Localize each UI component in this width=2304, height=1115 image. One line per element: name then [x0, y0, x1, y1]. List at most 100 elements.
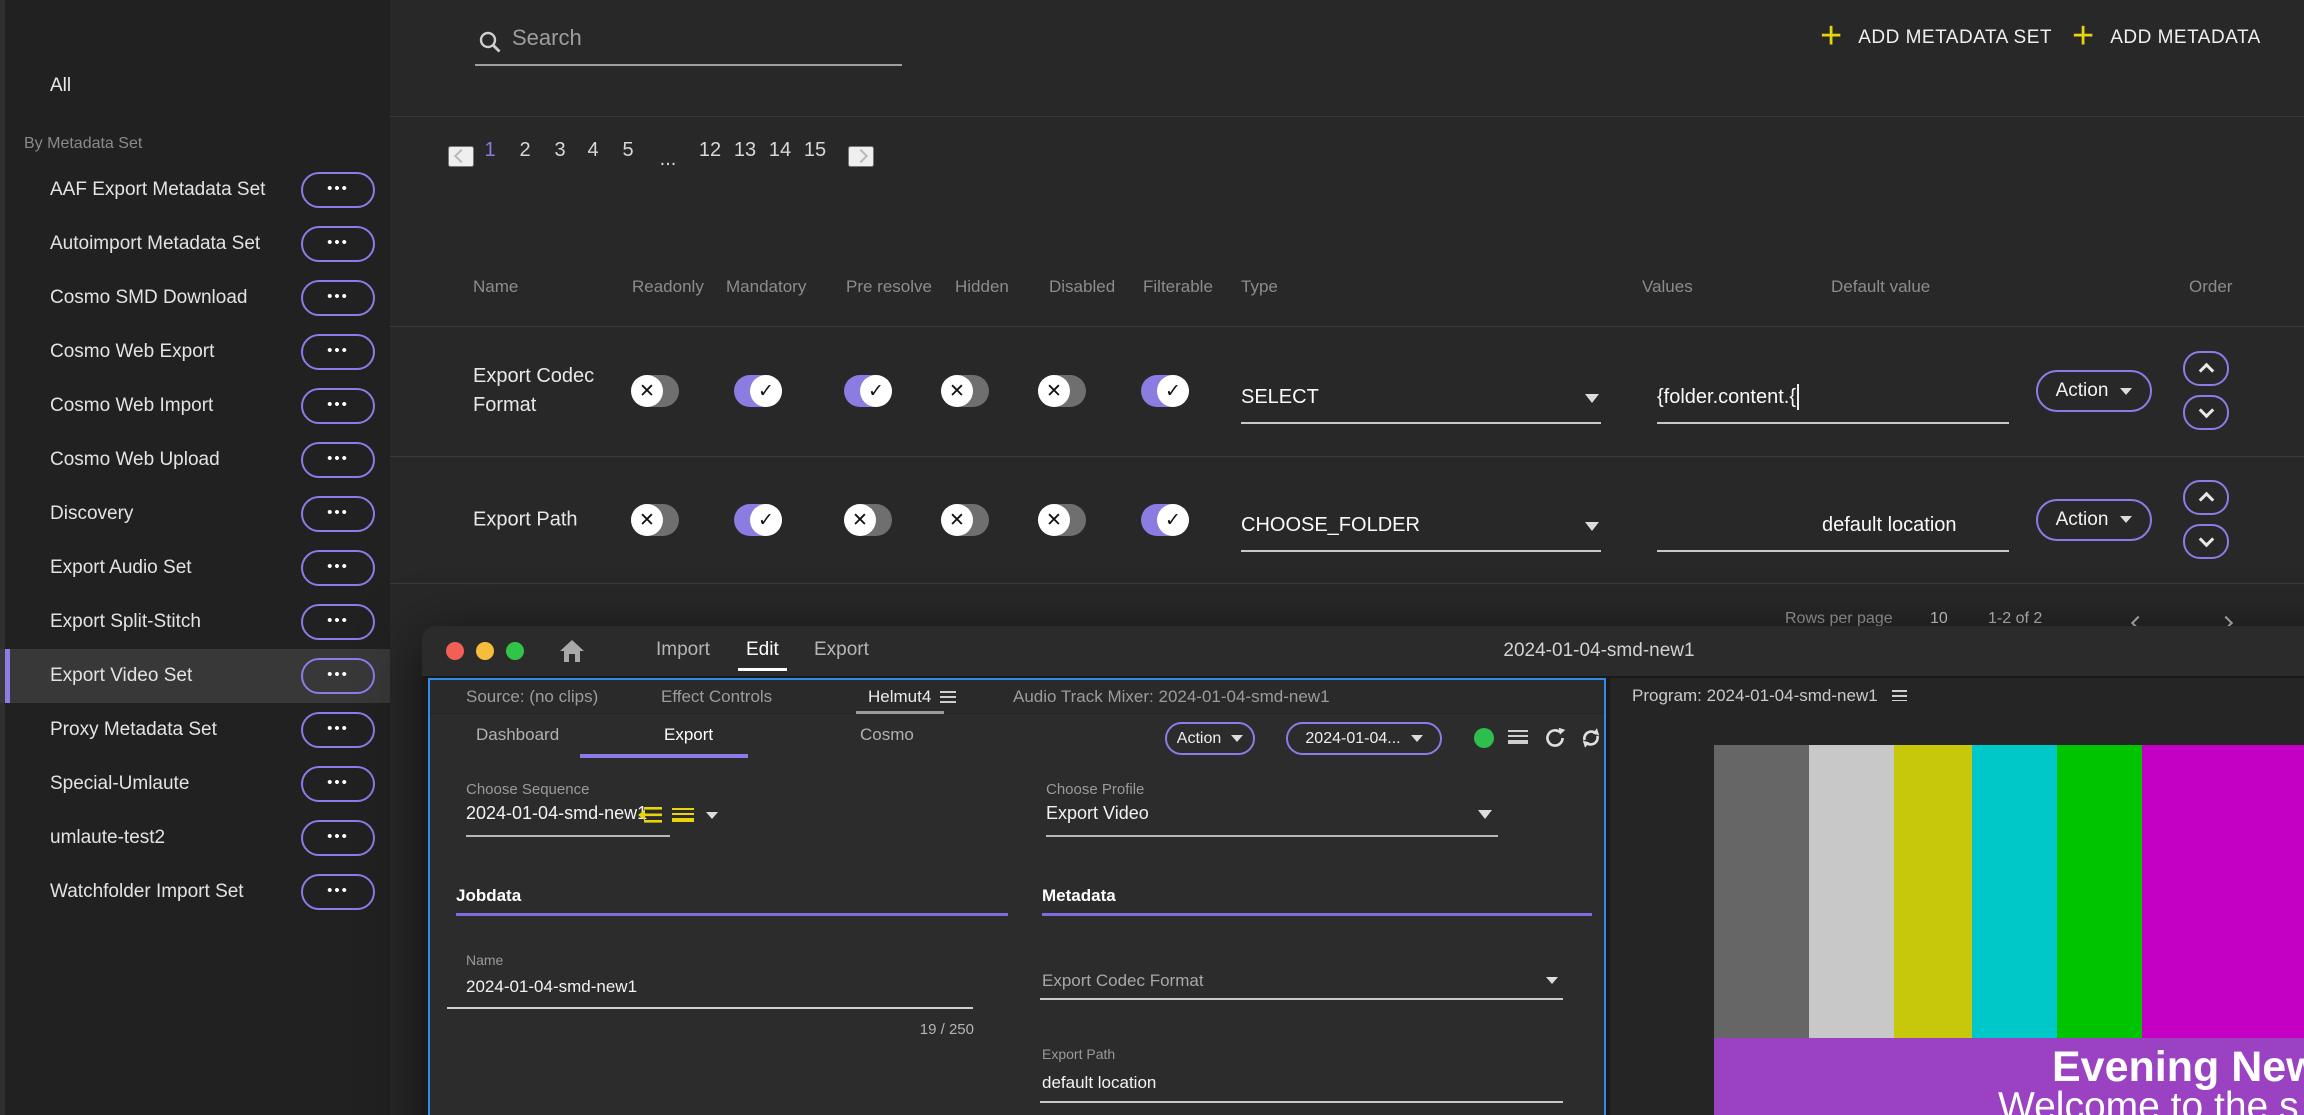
sidebar-item[interactable]: umlaute-test2•••	[0, 811, 390, 865]
panel-tab-source[interactable]: Source: (no clips)	[460, 686, 604, 708]
default-value-input[interactable]: default location	[1822, 500, 2009, 552]
item-menu-button[interactable]: •••	[301, 604, 375, 640]
default-value-input[interactable]	[1822, 372, 2009, 424]
toggle-mandatory[interactable]	[734, 504, 782, 536]
item-menu-button[interactable]: •••	[301, 712, 375, 748]
item-menu-button[interactable]: •••	[301, 766, 375, 802]
item-menu-button[interactable]: •••	[301, 496, 375, 532]
sidebar-item[interactable]: Export Audio Set•••	[0, 541, 390, 595]
item-menu-button[interactable]: •••	[301, 334, 375, 370]
sidebar-item[interactable]: AAF Export Metadata Set•••	[0, 163, 390, 217]
sidebar-item[interactable]: Proxy Metadata Set•••	[0, 703, 390, 757]
toggle-preresolve[interactable]	[844, 504, 892, 536]
page-button-13[interactable]: 13	[728, 138, 762, 163]
item-menu-button[interactable]: •••	[301, 820, 375, 856]
sidebar-item[interactable]: Autoimport Metadata Set•••	[0, 217, 390, 271]
page-button-12[interactable]: 12	[693, 138, 727, 163]
toggle-mandatory[interactable]	[734, 375, 782, 407]
window-close-button[interactable]	[446, 642, 464, 660]
nav-tab-export[interactable]: Export	[808, 638, 875, 662]
move-up-button[interactable]	[2183, 351, 2229, 386]
item-menu-button[interactable]: •••	[301, 874, 375, 910]
smpte-bar-gray	[1714, 745, 1809, 1038]
profile-value[interactable]: Export Video	[1046, 803, 1149, 824]
sidebar-item-all[interactable]: All	[0, 66, 390, 106]
chevron-down-icon[interactable]	[1478, 810, 1492, 819]
home-icon[interactable]	[552, 637, 592, 668]
helmut-action-button[interactable]: Action	[1165, 722, 1255, 755]
sequence-dropdown-button[interactable]: 2024-01-04...	[1286, 722, 1442, 755]
add-metadata-set-button[interactable]: + ADD METADATA SET	[1814, 24, 2058, 52]
refresh-icon[interactable]	[1542, 725, 1568, 754]
col-header-readonly: Readonly	[632, 277, 704, 297]
sidebar-item[interactable]: Export Split-Stitch•••	[0, 595, 390, 649]
sidebar-item-label: Export Split-Stitch	[50, 611, 301, 633]
program-menu-icon[interactable]	[1892, 689, 1907, 704]
page-button-15[interactable]: 15	[798, 138, 832, 163]
toggle-readonly[interactable]	[631, 504, 679, 536]
move-down-button[interactable]	[2183, 395, 2229, 430]
item-menu-button[interactable]: •••	[301, 442, 375, 478]
toggle-disabled[interactable]	[1038, 375, 1086, 407]
page-button-14[interactable]: 14	[763, 138, 797, 163]
helmut-tab-dashboard[interactable]: Dashboard	[470, 724, 565, 746]
sidebar-item[interactable]: Cosmo Web Import•••	[0, 379, 390, 433]
toggle-hidden[interactable]	[941, 375, 989, 407]
search-input[interactable]	[510, 24, 890, 52]
toggle-filterable[interactable]	[1141, 375, 1189, 407]
queue-list-icon[interactable]	[1508, 730, 1528, 747]
helmut-tab-cosmo[interactable]: Cosmo	[854, 724, 920, 746]
action-button[interactable]: Action	[2036, 370, 2152, 412]
move-up-button[interactable]	[2183, 480, 2229, 515]
page-button-4[interactable]: 4	[581, 138, 604, 163]
toggle-filterable[interactable]	[1141, 504, 1189, 536]
item-menu-button[interactable]: •••	[301, 658, 375, 694]
page-button-2[interactable]: 2	[513, 138, 536, 163]
toggle-disabled[interactable]	[1038, 504, 1086, 536]
sidebar-item[interactable]: Watchfolder Import Set•••	[0, 865, 390, 919]
item-menu-button[interactable]: •••	[301, 388, 375, 424]
export-path-input[interactable]: default location	[1042, 1073, 1156, 1093]
sync-icon[interactable]	[1578, 725, 1604, 754]
type-select[interactable]: SELECT	[1241, 372, 1601, 424]
action-button[interactable]: Action	[2036, 499, 2152, 541]
move-down-button[interactable]	[2183, 524, 2229, 559]
page-button-5[interactable]: 5	[616, 138, 639, 163]
item-menu-button[interactable]: •••	[301, 550, 375, 586]
pagination-prev-button[interactable]	[448, 146, 474, 167]
sidebar-item[interactable]: Cosmo Web Export•••	[0, 325, 390, 379]
name-input[interactable]: 2024-01-04-smd-new1	[466, 977, 637, 997]
toggle-readonly[interactable]	[631, 375, 679, 407]
toggle-preresolve[interactable]	[844, 375, 892, 407]
item-menu-button[interactable]: •••	[301, 172, 375, 208]
window-zoom-button[interactable]	[506, 642, 524, 660]
item-menu-button[interactable]: •••	[301, 226, 375, 262]
chevron-down-icon[interactable]	[706, 812, 718, 819]
pagination-next-button[interactable]	[848, 146, 874, 167]
insert-sequence-icon[interactable]	[638, 807, 662, 828]
nav-tab-import[interactable]: Import	[650, 638, 716, 662]
panel-tab-audio-mixer[interactable]: Audio Track Mixer: 2024-01-04-smd-new1	[1007, 686, 1336, 708]
type-select[interactable]: CHOOSE_FOLDER	[1241, 500, 1601, 552]
codec-select[interactable]: Export Codec Format	[1042, 971, 1204, 991]
choose-profile-label: Choose Profile	[1046, 781, 1144, 798]
toggle-hidden[interactable]	[941, 504, 989, 536]
helmut-tab-export[interactable]: Export	[658, 724, 719, 746]
sequence-value[interactable]: 2024-01-04-smd-new1	[466, 803, 647, 824]
chevron-down-icon[interactable]	[1546, 977, 1558, 984]
sidebar-item[interactable]: Cosmo SMD Download•••	[0, 271, 390, 325]
page-button-3[interactable]: 3	[548, 138, 571, 163]
ellipsis-icon: •••	[327, 343, 349, 358]
sidebar-item[interactable]: Cosmo Web Upload•••	[0, 433, 390, 487]
window-minimize-button[interactable]	[476, 642, 494, 660]
nav-tab-edit[interactable]: Edit	[740, 638, 785, 662]
panel-tab-effect-controls[interactable]: Effect Controls	[655, 686, 778, 708]
sidebar-item[interactable]: Special-Umlaute•••	[0, 757, 390, 811]
item-menu-button[interactable]: •••	[301, 280, 375, 316]
sequence-list-icon[interactable]	[672, 808, 694, 827]
sidebar-item-selected[interactable]: Export Video Set•••	[0, 649, 390, 703]
sidebar-item[interactable]: Discovery•••	[0, 487, 390, 541]
panel-tab-helmut4[interactable]: Helmut4	[862, 686, 962, 708]
add-metadata-button[interactable]: + ADD METADATA	[2066, 24, 2267, 52]
page-button-1[interactable]: 1	[478, 138, 501, 163]
